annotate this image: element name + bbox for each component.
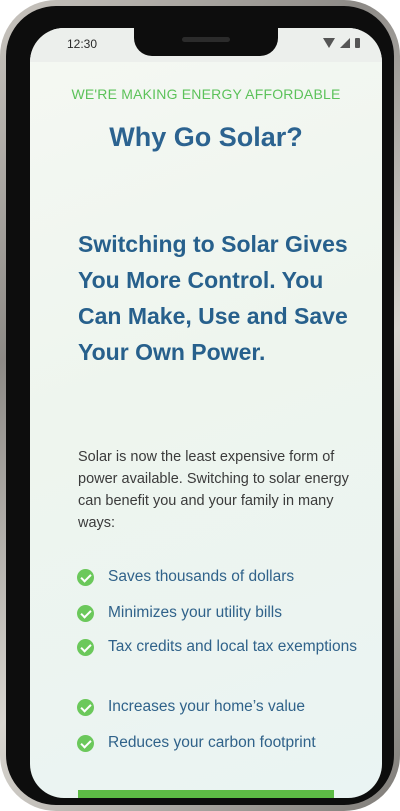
benefit-label: Saves thousands of dollars	[108, 568, 295, 585]
benefit-label: Tax credits and local tax exemptions	[108, 638, 357, 655]
list-item: Increases your home’s value	[77, 696, 357, 732]
page-title: Why Go Solar?	[109, 122, 303, 152]
speaker-grille	[182, 37, 230, 42]
benefit-label: Reduces your carbon footprint	[108, 734, 316, 751]
check-circle-icon	[77, 735, 94, 752]
benefit-label: Minimizes your utility bills	[108, 604, 282, 621]
phone-screen: 12:30 WE'RE MAKING ENERGY AFFORDABLE Why…	[30, 28, 382, 798]
phone-bezel: 12:30 WE'RE MAKING ENERGY AFFORDABLE Why…	[6, 6, 394, 805]
phone-frame: 12:30 WE'RE MAKING ENERGY AFFORDABLE Why…	[0, 0, 400, 811]
status-icons	[323, 38, 360, 48]
section-headline: Switching to Solar Gives You More Contro…	[78, 231, 348, 365]
wifi-icon	[323, 38, 335, 48]
intro-paragraph: Solar is now the least expensive form of…	[78, 449, 349, 531]
camera-notch	[134, 28, 278, 56]
check-circle-icon	[77, 605, 94, 622]
check-circle-icon	[77, 569, 94, 586]
list-item: Tax credits and local tax exemptions	[77, 636, 357, 696]
benefits-list: Saves thousands of dollars Minimizes you…	[77, 566, 357, 766]
eyebrow-text: WE'RE MAKING ENERGY AFFORDABLE	[71, 86, 341, 102]
list-item: Reduces your carbon footprint	[77, 732, 357, 766]
signal-icon	[340, 38, 350, 48]
battery-icon	[355, 38, 360, 48]
status-time: 12:30	[67, 37, 98, 51]
check-circle-icon	[77, 639, 94, 656]
list-item: Minimizes your utility bills	[77, 602, 357, 636]
benefit-label: Increases your home’s value	[108, 698, 306, 715]
cta-button[interactable]	[78, 790, 334, 798]
list-item: Saves thousands of dollars	[77, 566, 357, 602]
check-circle-icon	[77, 699, 94, 716]
